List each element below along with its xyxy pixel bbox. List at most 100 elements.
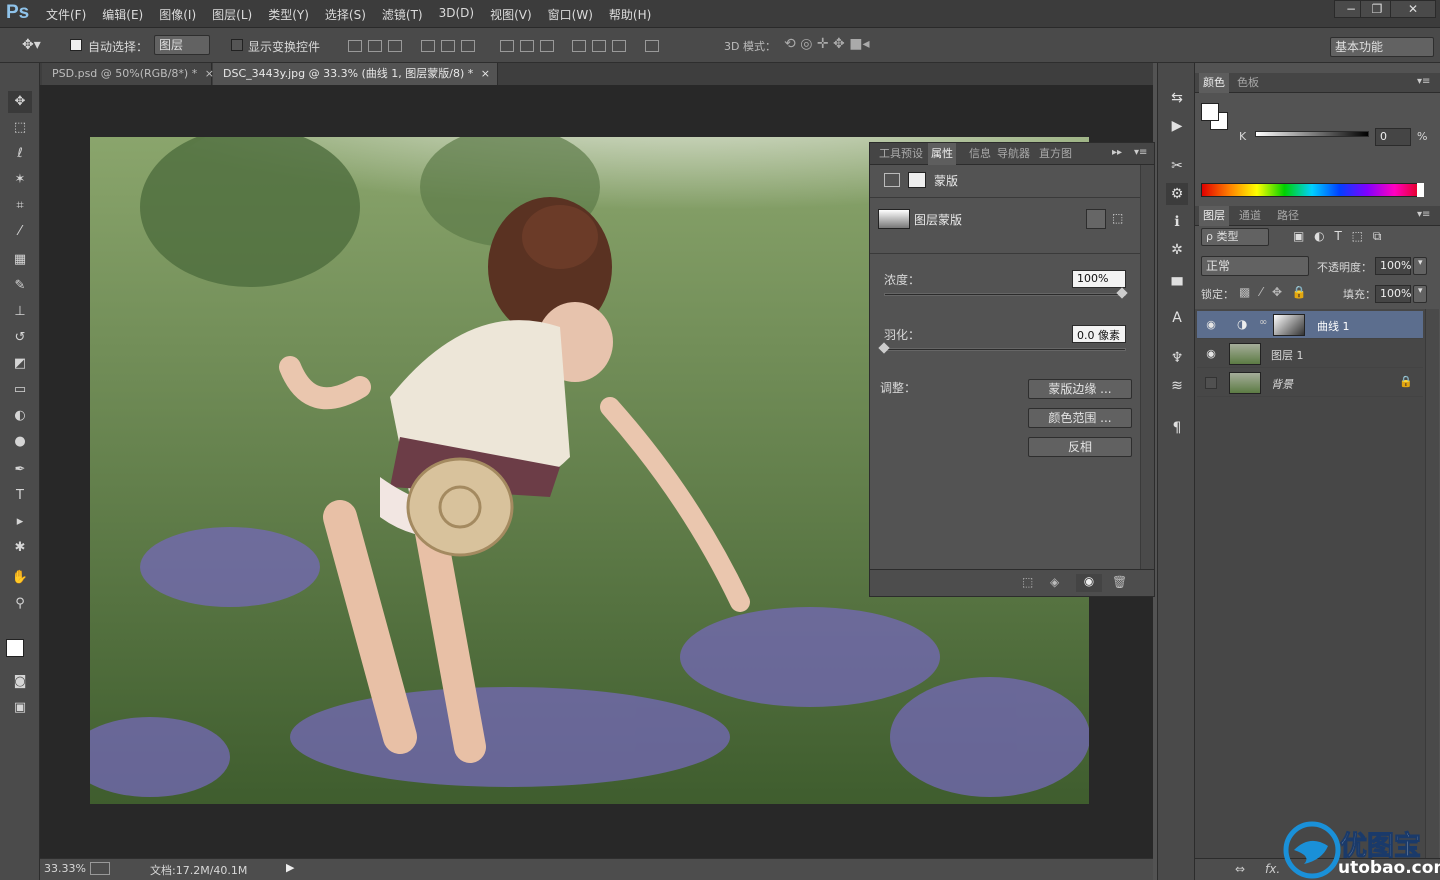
layer-row-layer1[interactable]: ◉ 图层 1 — [1197, 340, 1423, 368]
panel-menu-icon[interactable]: ▾≡ — [1134, 147, 1147, 158]
lock-all-icon[interactable]: 🔒 — [1292, 285, 1307, 299]
feather-slider-track[interactable] — [884, 348, 1126, 351]
3d-scale-icon[interactable]: ■◂ — [849, 36, 869, 52]
eyedropper-icon[interactable]: ⁄ — [8, 221, 32, 243]
adjustment-filter-icon[interactable]: ◐ — [1314, 229, 1324, 243]
foreground-swatch[interactable] — [1201, 103, 1219, 121]
visibility-eye-icon[interactable]: ◉ — [1203, 318, 1219, 331]
auto-select-dropdown[interactable]: 图层 — [154, 35, 210, 55]
hand-tool-icon[interactable]: ✋ — [8, 567, 32, 589]
menu-type[interactable]: 类型(Y) — [268, 6, 309, 23]
zoom-readout[interactable]: 33.33% — [44, 862, 86, 875]
lock-paint-icon[interactable]: ⁄ — [1260, 285, 1262, 299]
restore-button[interactable]: ❐ — [1360, 0, 1394, 18]
tab-navigator[interactable]: 导航器 — [994, 143, 1033, 165]
menu-file[interactable]: 文件(F) — [46, 6, 86, 23]
distribute-vcenter-icon[interactable] — [519, 39, 534, 52]
link-layers-icon[interactable]: ⇔ — [1235, 862, 1245, 876]
tools-preset-icon[interactable]: ✂ — [1166, 155, 1188, 177]
actions-icon[interactable]: ▶ — [1166, 115, 1188, 137]
magic-wand-icon[interactable]: ✶ — [8, 169, 32, 191]
distribute-right-icon[interactable] — [612, 39, 627, 52]
3d-pan-icon[interactable]: ✛ — [817, 36, 829, 52]
distribute-top-icon[interactable] — [499, 39, 514, 52]
visibility-toggle-empty[interactable] — [1205, 377, 1217, 389]
adjustment-icon[interactable] — [884, 173, 900, 187]
brush-preset-icon[interactable]: ♆ — [1166, 347, 1188, 369]
info-icon[interactable]: ℹ — [1166, 211, 1188, 233]
color-range-button[interactable]: 颜色范围 ... — [1028, 408, 1132, 428]
fill-input[interactable]: 100% — [1375, 285, 1411, 303]
type-filter-icon[interactable]: T — [1334, 229, 1341, 243]
tab-layers[interactable]: 图层 — [1199, 206, 1229, 226]
layer-mask-thumbnail[interactable] — [1273, 314, 1305, 336]
foreground-color-swatch[interactable] — [6, 639, 24, 657]
layer-filter-dropdown[interactable]: ρ 类型 — [1201, 228, 1269, 246]
menu-layer[interactable]: 图层(L) — [212, 6, 252, 23]
transform-controls-checkbox[interactable] — [231, 39, 243, 51]
status-preview-icon[interactable] — [90, 862, 110, 875]
menu-help[interactable]: 帮助(H) — [609, 6, 651, 23]
layer-name[interactable]: 曲线 1 — [1317, 318, 1350, 334]
menu-edit[interactable]: 编辑(E) — [102, 6, 143, 23]
close-button[interactable]: ✕ — [1390, 0, 1436, 18]
layers-scrollbar[interactable] — [1425, 309, 1439, 869]
lock-icon[interactable]: 🔒 — [1399, 375, 1413, 388]
shape-filter-icon[interactable]: ⬚ — [1352, 229, 1363, 243]
layer-name[interactable]: 图层 1 — [1271, 347, 1304, 363]
apply-mask-icon[interactable]: ◈ — [1050, 575, 1059, 589]
menu-select[interactable]: 选择(S) — [325, 6, 366, 23]
panel-menu-icon[interactable]: ▾≡ — [1417, 76, 1430, 87]
load-selection-icon[interactable]: ⬚ — [1022, 575, 1033, 589]
brush-tool-icon[interactable]: ✎ — [8, 275, 32, 297]
link-chain-icon[interactable]: ∞ — [1259, 317, 1267, 328]
tab-color[interactable]: 颜色 — [1199, 73, 1229, 93]
density-input[interactable]: 100% — [1072, 270, 1126, 288]
align-hcenter-icon[interactable] — [440, 39, 455, 52]
healing-brush-icon[interactable]: ▦ — [8, 249, 32, 271]
collapse-icon[interactable]: ▸▸ — [1112, 147, 1122, 158]
zoom-tool-icon[interactable]: ⚲ — [8, 593, 32, 615]
trash-icon[interactable]: 🗑 — [1112, 575, 1127, 589]
tab-paths[interactable]: 路径 — [1273, 206, 1303, 226]
histogram-icon[interactable]: ▄ — [1166, 267, 1188, 289]
align-left-icon[interactable] — [420, 39, 435, 52]
mask-edge-button[interactable]: 蒙版边缘 ... — [1028, 379, 1132, 399]
screen-mode-icon[interactable]: ▣ — [8, 697, 32, 719]
3d-roll-icon[interactable]: ◎ — [800, 36, 812, 52]
close-icon[interactable]: × — [481, 67, 490, 80]
crop-tool-icon[interactable]: ⌗ — [8, 195, 32, 217]
3d-slide-icon[interactable]: ✥ — [833, 36, 845, 52]
blend-mode-dropdown[interactable]: 正常 — [1201, 256, 1309, 276]
history-brush-icon[interactable]: ↺ — [8, 327, 32, 349]
3d-rotate-icon[interactable]: ⟲ — [784, 36, 796, 52]
dodge-tool-icon[interactable]: ● — [8, 431, 32, 453]
invert-button[interactable]: 反相 — [1028, 437, 1132, 457]
distribute-bottom-icon[interactable] — [539, 39, 554, 52]
move-tool-icon[interactable]: ✥ — [8, 91, 32, 113]
fx-icon[interactable]: fx. — [1265, 862, 1280, 876]
gradient-tool-icon[interactable]: ▭ — [8, 379, 32, 401]
layer-row-background[interactable]: 背景 🔒 — [1197, 369, 1423, 397]
smart-filter-icon[interactable]: ⧉ — [1373, 229, 1382, 243]
opacity-input[interactable]: 100% — [1375, 257, 1411, 275]
eye-icon[interactable]: ◉ — [1076, 574, 1102, 592]
k-slider[interactable] — [1255, 131, 1369, 137]
color-spectrum-bar[interactable] — [1201, 183, 1423, 197]
spectrum-white-end[interactable] — [1417, 183, 1424, 197]
marquee-tool-icon[interactable]: ⬚ — [8, 117, 32, 139]
distribute-left-icon[interactable] — [572, 39, 587, 52]
workspace-dropdown[interactable]: 基本功能 — [1330, 37, 1434, 57]
eraser-icon[interactable]: ◩ — [8, 353, 32, 375]
density-slider-handle[interactable] — [1116, 287, 1128, 299]
density-slider-track[interactable] — [884, 293, 1126, 296]
opacity-dropdown[interactable]: ▾ — [1413, 257, 1427, 275]
shape-tool-icon[interactable]: ✱ — [8, 537, 32, 559]
menu-filter[interactable]: 滤镜(T) — [382, 6, 423, 23]
tab-psd[interactable]: PSD.psd @ 50%(RGB/8*) * × — [42, 63, 214, 85]
pen-tool-icon[interactable]: ✒ — [8, 459, 32, 481]
tab-swatches[interactable]: 色板 — [1233, 73, 1263, 93]
lock-transparent-icon[interactable]: ▩ — [1239, 285, 1250, 299]
align-top-icon[interactable] — [348, 39, 362, 52]
align-bottom-icon[interactable] — [388, 39, 402, 52]
